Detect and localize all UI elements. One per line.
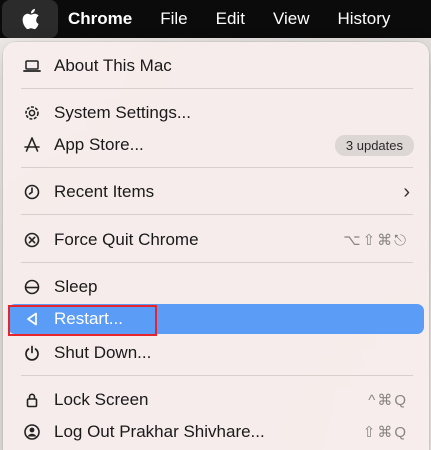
menu-item-label: Log Out Prakhar Shivhare...: [54, 422, 265, 441]
menubar-chrome[interactable]: Chrome: [58, 0, 146, 38]
menu-item-lock-screen[interactable]: Lock Screen ^⌘Q: [8, 385, 424, 415]
menu-item-force-quit[interactable]: Force Quit Chrome ⌥⇧⌘⎋: [8, 225, 424, 255]
menu-bar: Chrome File Edit View History: [0, 0, 431, 38]
force-quit-icon: [22, 230, 42, 250]
menu-item-label: About This Mac: [54, 56, 172, 75]
apple-logo-icon: [22, 8, 39, 30]
menu-item-about[interactable]: About This Mac: [8, 51, 424, 81]
apple-dropdown-menu: About This Mac System Settings... App St…: [3, 42, 429, 450]
menu-item-label: App Store...: [54, 135, 144, 154]
menu-item-label: Restart...: [54, 309, 123, 328]
menu-item-label: Lock Screen: [54, 390, 149, 409]
menubar-file[interactable]: File: [146, 0, 201, 38]
menubar-history[interactable]: History: [323, 0, 404, 38]
menu-item-label: Recent Items: [54, 182, 155, 201]
chevron-right-icon: ›: [403, 180, 410, 203]
separator: [21, 214, 413, 215]
keyboard-shortcut: ^⌘Q: [368, 392, 408, 409]
clock-icon: [22, 182, 42, 202]
menu-item-log-out[interactable]: Log Out Prakhar Shivhare... ⇧⌘Q: [8, 417, 424, 447]
menu-item-label: Shut Down...: [54, 343, 152, 362]
menu-item-app-store[interactable]: App Store... 3 updates: [8, 130, 424, 160]
menubar-edit[interactable]: Edit: [202, 0, 259, 38]
user-icon: [22, 422, 42, 442]
menu-item-label: System Settings...: [54, 103, 191, 122]
menubar-view[interactable]: View: [259, 0, 324, 38]
apple-menu-button[interactable]: [2, 0, 58, 38]
gear-icon: [22, 103, 42, 123]
separator: [21, 167, 413, 168]
sleep-icon: [22, 277, 42, 297]
menu-item-label: Force Quit Chrome: [54, 230, 199, 249]
app-store-icon: [22, 135, 42, 155]
separator: [21, 88, 413, 89]
keyboard-shortcut: ⌥⇧⌘⎋: [343, 232, 408, 249]
lock-icon: [22, 390, 42, 410]
menu-item-sleep[interactable]: Sleep: [8, 272, 424, 302]
menu-item-system-settings[interactable]: System Settings...: [8, 98, 424, 128]
menu-item-recent-items[interactable]: Recent Items ›: [8, 177, 424, 207]
menu-item-shut-down[interactable]: Shut Down...: [8, 338, 424, 368]
updates-badge: 3 updates: [334, 134, 414, 156]
keyboard-shortcut: ⇧⌘Q: [362, 424, 408, 441]
separator: [21, 375, 413, 376]
laptop-icon: [22, 56, 42, 76]
menu-item-restart[interactable]: Restart...: [8, 304, 424, 334]
power-icon: [22, 343, 42, 363]
restart-icon: [22, 309, 42, 329]
menu-item-label: Sleep: [54, 277, 98, 296]
separator: [21, 262, 413, 263]
